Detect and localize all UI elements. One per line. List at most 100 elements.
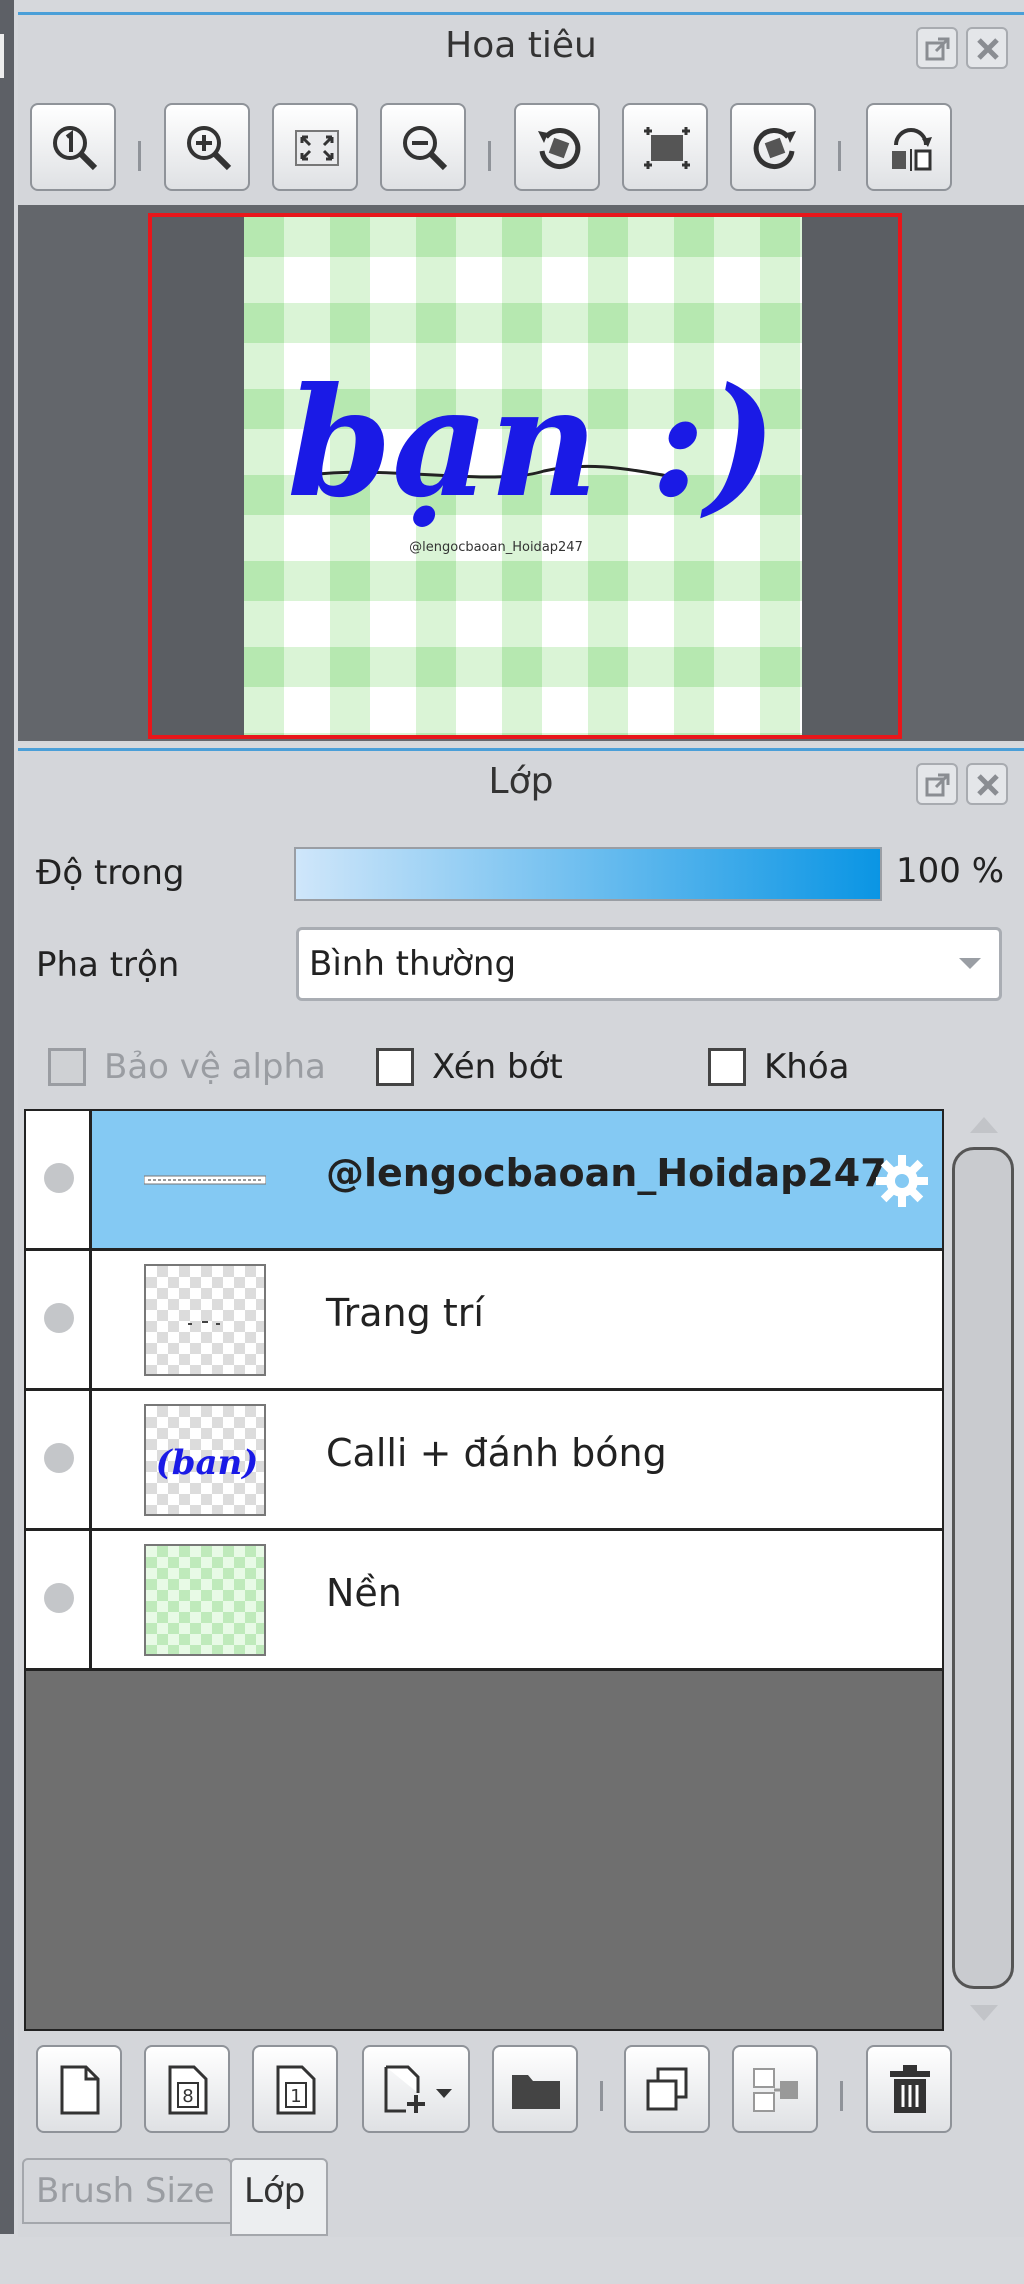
clip-checkbox[interactable]: Xén bớt: [376, 1039, 563, 1095]
alpha-lock-checkbox[interactable]: Bảo vệ alpha: [48, 1039, 326, 1095]
scroll-up-icon[interactable]: [970, 1117, 998, 1133]
popout-button[interactable]: [916, 27, 958, 69]
fit-screen-icon: [295, 130, 339, 166]
zoom-in-button[interactable]: [164, 103, 250, 191]
close-icon: [977, 774, 999, 796]
new-8bit-layer-icon: 8: [168, 2065, 208, 2115]
opacity-slider[interactable]: [294, 847, 882, 901]
duplicate-layer-button[interactable]: [624, 2045, 710, 2133]
toolbar-separator: [840, 2081, 843, 2111]
close-icon: [977, 38, 999, 60]
new-8bit-layer-button[interactable]: 8: [144, 2045, 230, 2133]
toolbar-separator: [600, 2081, 603, 2111]
svg-text:8: 8: [182, 2086, 193, 2107]
layer-thumbnail: (ban): [144, 1404, 266, 1516]
new-1bit-layer-button[interactable]: 1: [252, 2045, 338, 2133]
alpha-lock-label: Bảo vệ alpha: [104, 1047, 326, 1087]
layer-thumbnail: [144, 1264, 266, 1376]
layer-toolbar: 8 1: [24, 2031, 1018, 2141]
view-frame[interactable]: bạn :) @lengocbaoan_Hoidap247: [148, 213, 902, 739]
clip-label: Xén bớt: [432, 1047, 563, 1087]
add-layer-menu-button[interactable]: [362, 2045, 470, 2133]
popout-icon: [925, 37, 950, 61]
blend-mode-value: Bình thường: [309, 944, 517, 984]
layer-name: Calli + đánh bóng: [326, 1431, 667, 1475]
zoom-actual-icon: [53, 126, 98, 171]
scroll-thumb[interactable]: [952, 1147, 1014, 1989]
rotate-right-button[interactable]: [730, 103, 816, 191]
chevron-down-icon: [959, 958, 981, 969]
tab-brush-size[interactable]: Brush Size: [22, 2158, 232, 2224]
visibility-toggle[interactable]: [26, 1391, 92, 1528]
flip-button[interactable]: [866, 103, 952, 191]
delete-layer-icon: [890, 2065, 930, 2113]
layer-thumbnail: [144, 1544, 266, 1656]
zoom-actual-button[interactable]: [30, 103, 116, 191]
rotate-left-button[interactable]: [514, 103, 600, 191]
layer-scrollbar[interactable]: [946, 1111, 1018, 2027]
toolbar-separator: [138, 141, 141, 171]
zoom-in-icon: [187, 126, 232, 171]
visibility-dot-icon: [44, 1443, 74, 1473]
visibility-toggle[interactable]: [26, 1251, 92, 1388]
visibility-toggle[interactable]: [26, 1531, 92, 1668]
checkbox-box: [48, 1048, 86, 1086]
left-edge-strip: [0, 0, 14, 2234]
layer-popout-button[interactable]: [916, 763, 958, 805]
edge-handle[interactable]: [0, 34, 4, 78]
toolbar-separator: [838, 141, 841, 171]
flip-icon: [892, 128, 932, 171]
artwork-image: bạn :) @lengocbaoan_Hoidap247: [244, 217, 802, 735]
opacity-value: 100 %: [895, 851, 1004, 891]
layer-close-button[interactable]: [966, 763, 1008, 805]
blend-label: Pha trộn: [36, 945, 180, 985]
navigator-panel: Hoa tiêu bạn:) @lengocbaoan_Hoidap247: [18, 12, 1024, 743]
reset-rotation-button[interactable]: [622, 103, 708, 191]
reset-rotation-icon: [644, 127, 690, 169]
visibility-dot-icon: [44, 1583, 74, 1613]
merge-down-icon: [753, 2068, 798, 2112]
gear-icon[interactable]: [872, 1151, 932, 1211]
new-folder-button[interactable]: [492, 2045, 578, 2133]
new-layer-button[interactable]: [36, 2045, 122, 2133]
lock-checkbox[interactable]: Khóa: [708, 1039, 849, 1095]
checkbox-box: [708, 1048, 746, 1086]
tab-layer[interactable]: Lớp: [230, 2158, 328, 2236]
visibility-dot-icon: [44, 1303, 74, 1333]
popout-icon: [925, 773, 950, 797]
zoom-out-button[interactable]: [380, 103, 466, 191]
checkbox-box: [376, 1048, 414, 1086]
new-folder-icon: [512, 2075, 560, 2109]
layer-row[interactable]: Nền: [26, 1531, 942, 1671]
layer-row[interactable]: (ban) Calli + đánh bóng: [26, 1391, 942, 1531]
lock-label: Khóa: [764, 1047, 850, 1087]
new-layer-icon: [60, 2065, 100, 2115]
fit-screen-button[interactable]: [272, 103, 358, 191]
visibility-toggle[interactable]: [26, 1111, 92, 1248]
visibility-dot-icon: [44, 1163, 74, 1193]
svg-text:(ban): (ban): [156, 1443, 259, 1483]
opacity-label: Độ trong: [36, 853, 185, 893]
scroll-down-icon[interactable]: [970, 2005, 998, 2021]
blend-mode-select[interactable]: Bình thường: [296, 927, 1002, 1001]
layer-list: @lengocbaoan_Hoidap247 Trang trí (ban) C…: [24, 1109, 944, 2031]
artwork-signature-text: @lengocbaoan_Hoidap247: [409, 540, 583, 555]
navigator-preview-area[interactable]: bạn :) @lengocbaoan_Hoidap247: [18, 205, 1024, 741]
merge-down-button[interactable]: [732, 2045, 818, 2133]
delete-layer-button[interactable]: [866, 2045, 952, 2133]
navigator-title: Hoa tiêu: [445, 25, 597, 66]
svg-text:1: 1: [290, 2086, 301, 2107]
duplicate-layer-icon: [646, 2067, 688, 2111]
layer-row[interactable]: @lengocbaoan_Hoidap247: [26, 1111, 942, 1251]
add-layer-menu-icon: [384, 2065, 452, 2113]
layer-row[interactable]: Trang trí: [26, 1251, 942, 1391]
layer-name: Nền: [326, 1571, 402, 1615]
canvas-thumbnail: bạn :) @lengocbaoan_Hoidap247: [244, 217, 802, 735]
layer-name: Trang trí: [326, 1291, 484, 1335]
rotate-right-icon: [753, 128, 796, 169]
close-button[interactable]: [966, 27, 1008, 69]
zoom-out-icon: [403, 126, 448, 171]
artwork-title-text: bạn :): [287, 355, 777, 531]
rotate-left-icon: [538, 128, 581, 169]
layer-name: @lengocbaoan_Hoidap247: [326, 1151, 887, 1195]
